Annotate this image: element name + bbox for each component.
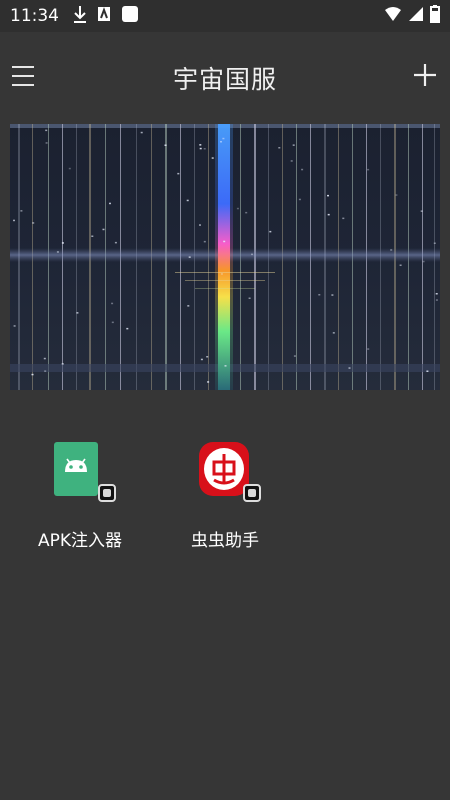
star: [327, 194, 329, 197]
star: [348, 367, 351, 369]
star: [298, 198, 301, 201]
star: [45, 129, 48, 132]
star: [206, 356, 209, 358]
star: [420, 210, 423, 212]
star: [367, 348, 370, 350]
star: [327, 213, 330, 216]
app-grid: APK注入器 虫虫助手: [0, 390, 450, 800]
star: [111, 321, 114, 324]
star: [422, 260, 425, 263]
star: [199, 147, 202, 150]
star: [43, 357, 46, 360]
star: [140, 131, 143, 134]
star: [102, 228, 105, 231]
star: [203, 148, 206, 150]
add-icon: [414, 64, 436, 86]
star: [290, 160, 293, 162]
star: [61, 363, 64, 365]
clone-badge-icon: [243, 484, 261, 502]
star: [76, 312, 79, 314]
chongchong-icon: [195, 440, 261, 502]
star: [331, 294, 334, 296]
star: [61, 242, 64, 244]
star: [223, 240, 226, 243]
app-label: APK注入器: [37, 531, 123, 551]
menu-button[interactable]: [12, 66, 36, 88]
star: [207, 381, 210, 383]
star: [45, 142, 48, 144]
star: [186, 199, 189, 202]
star: [68, 167, 71, 170]
star: [56, 251, 59, 253]
star: [188, 256, 191, 258]
star: [220, 141, 222, 143]
star: [13, 219, 15, 222]
star: [224, 365, 227, 367]
add-button[interactable]: [412, 62, 438, 88]
star: [292, 144, 295, 146]
star: [435, 293, 438, 295]
star: [395, 194, 398, 196]
star: [278, 147, 281, 149]
app-item-chongchong[interactable]: 虫虫助手: [155, 390, 295, 551]
star: [211, 157, 214, 159]
star: [367, 168, 370, 171]
app-label: 虫虫助手: [191, 531, 259, 551]
battery-icon: [430, 5, 440, 27]
star: [91, 235, 94, 237]
star: [164, 144, 167, 146]
signal-icon: [408, 6, 424, 26]
star: [245, 211, 248, 214]
status-bar: 11:34: [0, 0, 450, 32]
star: [342, 217, 345, 220]
banner-image: [10, 124, 440, 390]
star: [301, 168, 304, 171]
clone-badge-icon: [98, 484, 116, 502]
star: [31, 373, 34, 376]
star: [222, 137, 225, 140]
download-icon: [73, 5, 87, 27]
star: [435, 299, 438, 301]
status-right-icons: [384, 5, 440, 27]
app-item-apk-injector[interactable]: APK注入器: [10, 390, 150, 551]
star: [111, 302, 114, 305]
android-icon: [50, 440, 116, 502]
star: [199, 144, 202, 146]
star: [220, 273, 223, 275]
banner-graphic: [10, 124, 440, 390]
star: [109, 202, 111, 205]
star: [126, 327, 129, 330]
star: [177, 172, 180, 175]
star: [199, 224, 201, 226]
app-bar: 宇宙国服: [0, 32, 450, 124]
star: [293, 355, 296, 357]
page-title: 宇宙国服: [172, 65, 277, 94]
star: [248, 297, 251, 299]
star: [44, 370, 47, 372]
star: [114, 241, 117, 244]
star: [269, 230, 272, 233]
star: [200, 358, 203, 361]
square-icon: [121, 5, 139, 27]
menu-icon-line: [12, 84, 34, 86]
star: [20, 210, 23, 212]
wifi-icon: [384, 6, 402, 26]
status-time: 11:34: [10, 6, 59, 26]
star: [433, 242, 436, 244]
star: [32, 222, 35, 224]
menu-icon-line: [12, 75, 34, 77]
star: [426, 370, 429, 372]
star: [390, 249, 393, 251]
star: [187, 305, 190, 307]
star: [332, 332, 335, 334]
star: [399, 264, 402, 266]
star: [236, 207, 239, 210]
notification-icon: [97, 6, 111, 26]
star: [251, 253, 253, 256]
star: [318, 294, 321, 296]
star: [13, 325, 16, 327]
star: [203, 240, 206, 243]
menu-icon-line: [12, 66, 34, 68]
